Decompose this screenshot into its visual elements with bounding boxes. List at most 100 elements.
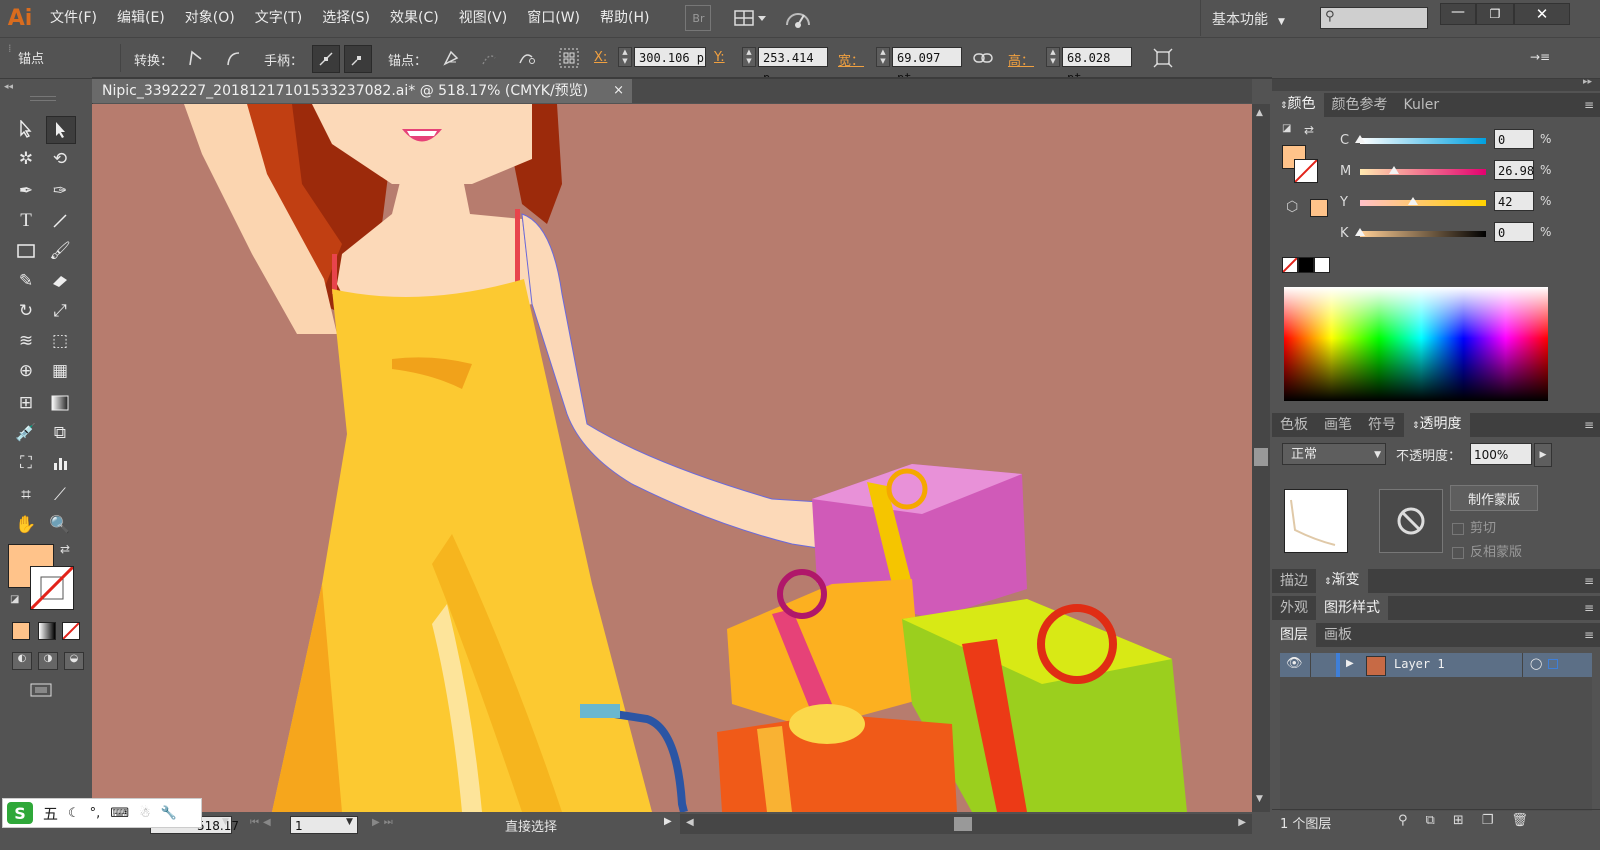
new-layer-icon[interactable]: ❐	[1482, 813, 1494, 828]
blend-tool-icon[interactable]: ⧉	[46, 420, 74, 446]
scroll-left-icon[interactable]: ◀	[686, 817, 694, 828]
delete-layer-icon[interactable]: 🗑	[1511, 813, 1528, 828]
moon-icon[interactable]: ☾	[68, 806, 80, 821]
tools-wrench-icon[interactable]: 🔧	[161, 806, 177, 821]
curvature-tool-icon[interactable]: ✑	[46, 178, 74, 204]
tab-appearance[interactable]: 外观	[1272, 596, 1316, 620]
screen-mode-icon[interactable]	[28, 680, 56, 700]
tab-brushes[interactable]: 画笔	[1316, 413, 1360, 437]
remove-anchor-icon[interactable]	[438, 45, 464, 71]
height-input[interactable]: 68.028 pt	[1062, 47, 1132, 85]
appearance-panel-menu-icon[interactable]: ≡	[1584, 601, 1594, 615]
color-mode-icon[interactable]	[12, 622, 30, 640]
stroke-swatch[interactable]	[30, 566, 74, 610]
blend-mode-select[interactable]: 正常 ▼	[1282, 443, 1386, 465]
minimize-icon[interactable]: —	[1440, 3, 1476, 25]
perspective-grid-tool-icon[interactable]: ▦	[46, 358, 74, 384]
gradient-mode-icon[interactable]	[38, 622, 56, 640]
width-stepper[interactable]: ▲ ▼	[876, 47, 890, 67]
vertical-scrollbar[interactable]: ▲ ▼	[1252, 104, 1270, 812]
skin-icon[interactable]: ☃	[139, 806, 151, 821]
tab-color-guide[interactable]: 颜色参考	[1324, 93, 1396, 117]
keyboard-icon[interactable]: ⌨	[110, 806, 129, 821]
menu-item-5[interactable]: 效果(C)	[380, 0, 449, 36]
status-menu-icon[interactable]: ▶	[664, 816, 672, 827]
canvas[interactable]	[92, 104, 1252, 812]
slider-thumb[interactable]	[1407, 197, 1418, 205]
eyedropper-tool-icon[interactable]: 💉	[12, 420, 40, 446]
width-input[interactable]: 69.097 pt	[892, 47, 962, 85]
y-input[interactable]: 253.414 p	[758, 47, 828, 85]
layers-panel-menu-icon[interactable]: ≡	[1584, 628, 1594, 642]
none-color-icon[interactable]	[1282, 257, 1298, 273]
bridge-button[interactable]: Br	[685, 5, 712, 31]
collapse-panel-icon[interactable]: ◂◂	[4, 82, 13, 92]
connect-anchors-icon[interactable]	[476, 45, 502, 71]
expand-layer-icon[interactable]: ▶	[1346, 658, 1354, 669]
zoom-tool-icon[interactable]: 🔍	[46, 512, 74, 538]
channel-slider[interactable]	[1360, 231, 1486, 237]
scroll-right-icon[interactable]: ▶	[1238, 817, 1246, 828]
channel-slider[interactable]	[1360, 200, 1486, 206]
tab-transparency[interactable]: ⇕透明度	[1404, 412, 1470, 438]
y-stepper[interactable]: ▲ ▼	[742, 47, 756, 67]
opacity-slider-toggle[interactable]: ▶	[1534, 443, 1552, 467]
locate-object-icon[interactable]: ⚲	[1398, 813, 1408, 828]
gpu-performance-icon[interactable]	[783, 6, 813, 30]
x-input[interactable]: 300.106 p	[634, 47, 706, 67]
artboard-prev-icons[interactable]: ⏮◀	[250, 817, 275, 828]
none-mode-icon[interactable]	[62, 622, 80, 640]
channel-value-input[interactable]: 0	[1494, 222, 1534, 242]
convert-to-smooth-icon[interactable]	[220, 45, 246, 71]
visibility-eye-icon[interactable]: 👁	[1286, 656, 1303, 671]
draw-normal-icon[interactable]: ◐	[12, 652, 32, 670]
channel-value-input[interactable]: 26.98	[1494, 160, 1534, 180]
pencil-tool-icon[interactable]: ✎	[12, 268, 40, 294]
symbol-sprayer-tool-icon[interactable]: ⛶	[12, 450, 40, 476]
clipping-mask-icon[interactable]: ⧉	[1426, 813, 1435, 828]
menu-item-4[interactable]: 选择(S)	[312, 0, 380, 36]
paintbrush-tool-icon[interactable]: 🖌	[46, 238, 74, 264]
menu-item-8[interactable]: 帮助(H)	[590, 0, 659, 36]
invert-mask-checkbox[interactable]: 反相蒙版	[1452, 541, 1522, 560]
width-tool-icon[interactable]: ≋	[12, 328, 40, 354]
horizontal-scroll-thumb[interactable]	[954, 817, 972, 831]
menu-item-2[interactable]: 对象(O)	[175, 0, 245, 36]
tab-kuler[interactable]: Kuler	[1396, 93, 1448, 117]
isolate-anchors-icon[interactable]	[556, 45, 582, 71]
line-tool-icon[interactable]	[46, 208, 74, 234]
tab-symbols[interactable]: 符号	[1360, 413, 1404, 437]
new-sublayer-icon[interactable]: ⊞	[1453, 813, 1464, 828]
opacity-input[interactable]: 100%	[1470, 443, 1532, 465]
menu-item-0[interactable]: 文件(F)	[40, 0, 107, 36]
slider-thumb[interactable]	[1355, 135, 1365, 143]
show-handles-icon[interactable]	[312, 45, 340, 73]
artboard-dropdown-icon[interactable]: ▼	[346, 817, 353, 827]
stroke-panel-menu-icon[interactable]: ≡	[1584, 574, 1594, 588]
free-transform-tool-icon[interactable]: ⬚	[46, 328, 74, 354]
eraser-tool-icon[interactable]	[46, 268, 74, 294]
height-stepper[interactable]: ▲ ▼	[1046, 47, 1060, 67]
slice-tool-icon[interactable]: ⟋	[46, 482, 74, 508]
tab-swatches[interactable]: 色板	[1272, 413, 1316, 437]
hand-tool-icon[interactable]: ✋	[12, 512, 40, 538]
slider-thumb[interactable]	[1355, 228, 1365, 236]
clip-checkbox[interactable]: 剪切	[1452, 517, 1496, 536]
selection-indicator[interactable]	[1548, 659, 1558, 669]
channel-value-input[interactable]: 0	[1494, 129, 1534, 149]
link-proportions-icon[interactable]	[970, 45, 996, 71]
artboard-tool-icon[interactable]: ⌗	[12, 482, 40, 508]
layer-row[interactable]: 👁 ▶ Layer 1 ◯	[1280, 653, 1592, 677]
horizontal-scrollbar[interactable]: ◀ ▶	[680, 814, 1252, 834]
color-panel-menu-icon[interactable]: ≡	[1584, 98, 1594, 112]
type-tool-icon[interactable]: T	[12, 208, 40, 234]
restore-icon[interactable]: ❐	[1476, 3, 1514, 25]
menu-item-6[interactable]: 视图(V)	[449, 0, 518, 36]
panel-menu-icon[interactable]: →≡	[1530, 50, 1550, 64]
menu-item-7[interactable]: 窗口(W)	[517, 0, 590, 36]
channel-slider[interactable]	[1360, 169, 1486, 175]
cut-path-icon[interactable]	[514, 45, 540, 71]
ime-toolbar[interactable]: S 五 ☾ °, ⌨ ☃ 🔧	[2, 798, 202, 828]
default-colors-icon[interactable]: ◪	[10, 594, 19, 605]
column-graph-tool-icon[interactable]	[46, 450, 74, 476]
